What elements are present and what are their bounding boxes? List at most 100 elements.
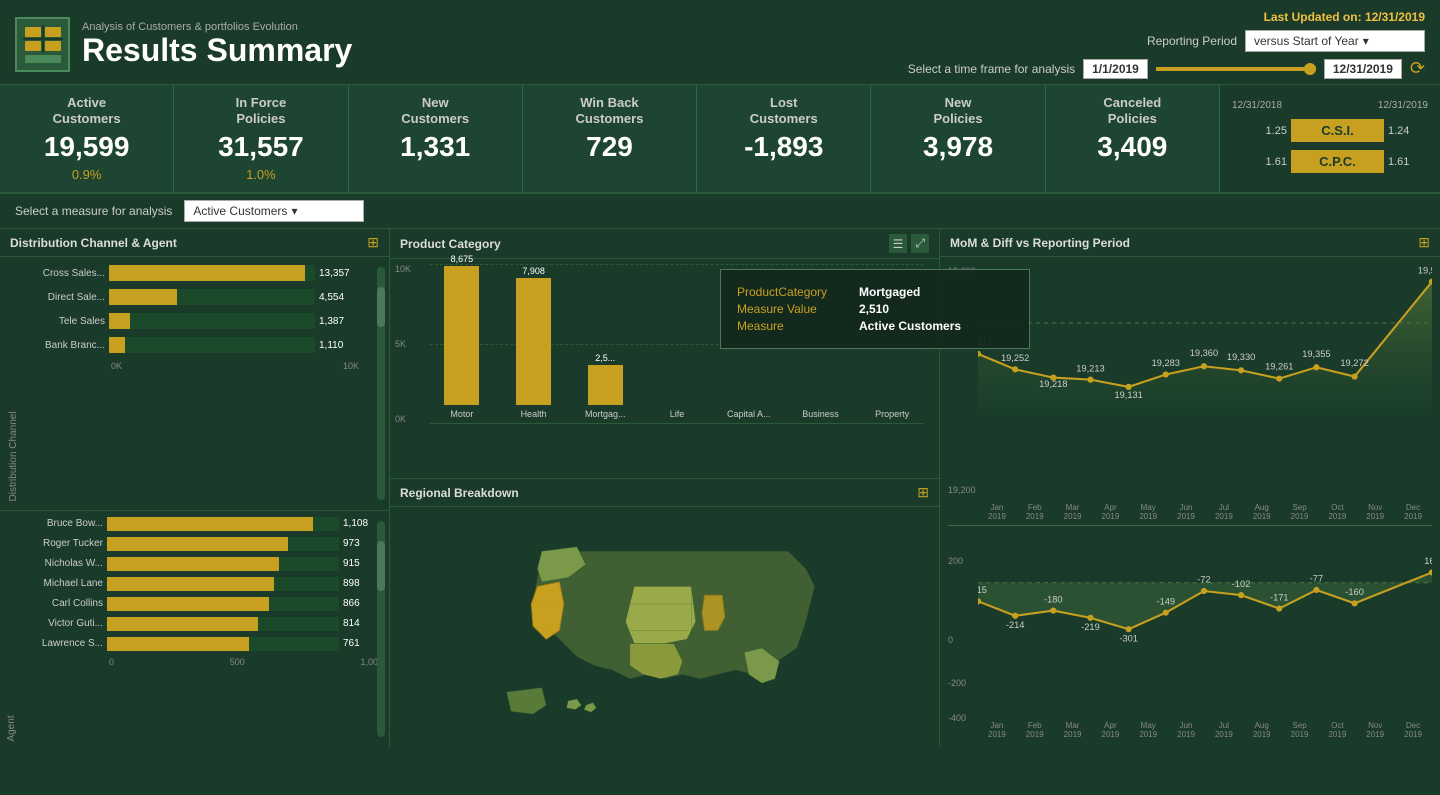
dist-scrollbar[interactable] (377, 267, 385, 500)
dist-bars: Cross Sales... 13,357 Direct Sale... 4,5… (23, 265, 359, 502)
regional-section: Regional Breakdown ⊞ (390, 479, 939, 747)
product-category-title: Product Category (400, 237, 501, 251)
app-logo (15, 17, 70, 72)
kpi-canceled-policies: CanceledPolicies 3,409 (1046, 85, 1220, 192)
svg-text:-77: -77 (1310, 574, 1323, 584)
header-left: Analysis of Customers & portfolios Evolu… (15, 17, 352, 72)
mom-header: MoM & Diff vs Reporting Period ⊞ (940, 229, 1440, 257)
regional-title: Regional Breakdown (400, 486, 519, 500)
measure-selector[interactable]: Active Customers ▾ (184, 200, 364, 222)
header-right: Last Updated on: 12/31/2019 Reporting Pe… (908, 10, 1425, 79)
date-end[interactable]: 12/31/2019 (1324, 59, 1402, 79)
date-start[interactable]: 1/1/2019 (1083, 59, 1148, 79)
svg-text:-171: -171 (1270, 592, 1289, 602)
svg-text:19,272: 19,272 (1340, 358, 1368, 368)
us-map-svg (475, 516, 855, 736)
kpi-lost-customers: LostCustomers -1,893 (697, 85, 871, 192)
bar-fill-0 (109, 265, 305, 281)
agent-row-5: Victor Guti... 814 (21, 617, 383, 631)
dist-y-label: Distribution Channel (8, 265, 19, 502)
svg-text:-214: -214 (1006, 620, 1025, 630)
mom-icon: ⊞ (1418, 234, 1430, 251)
clock-icon: ⟳ (1410, 58, 1425, 79)
dist-channel-title: Distribution Channel & Agent (10, 236, 177, 250)
bar-bg-0 (109, 265, 315, 281)
svg-text:19,355: 19,355 (1302, 349, 1330, 359)
svg-text:19,330: 19,330 (1227, 352, 1255, 362)
header: Analysis of Customers & portfolios Evolu… (0, 0, 1440, 85)
reporting-period-select[interactable]: versus Start of Year ▾ (1245, 30, 1425, 52)
kpi-active-customers: ActiveCustomers 19,599 0.9% (0, 85, 174, 192)
agent-row-1: Roger Tucker 973 (21, 537, 383, 551)
agent-row-0: Bruce Bow... 1,108 (21, 517, 383, 531)
product-bar-health[interactable]: 7,908 Health (502, 266, 566, 419)
mom-title: MoM & Diff vs Reporting Period (950, 236, 1130, 250)
svg-text:19,283: 19,283 (1152, 358, 1180, 368)
bar-name-0: Cross Sales... (23, 268, 105, 279)
agent-y-label: Agent (6, 517, 17, 742)
bottom-area: Distribution Channel & Agent ⊞ Distribut… (0, 229, 1440, 747)
agent-scrollbar-thumb (377, 541, 385, 591)
dist-bar-row-0: Cross Sales... 13,357 (23, 265, 359, 281)
dist-scrollbar-thumb (377, 287, 385, 327)
csi-cpc-panel: 12/31/2018 12/31/2019 1.25 C.S.I. 1.24 1… (1220, 85, 1440, 192)
measure-selector-row: Select a measure for analysis Active Cus… (0, 194, 1440, 229)
dist-bar-row-3: Bank Branc... 1,110 (23, 337, 359, 353)
svg-text:-219: -219 (1081, 622, 1100, 632)
kpi-row: ActiveCustomers 19,599 0.9% In ForcePoli… (0, 85, 1440, 194)
svg-text:-102: -102 (1232, 579, 1251, 589)
product-bar-life[interactable]: Life (645, 403, 709, 419)
svg-text:-180: -180 (1044, 594, 1063, 604)
dist-channel-chart: Distribution Channel Cross Sales... 13,3… (0, 257, 389, 510)
dist-bar-row-1: Direct Sale... 4,554 (23, 289, 359, 305)
product-bar-motor[interactable]: 8,675 Motor (430, 254, 494, 419)
filter-icon[interactable]: ⊞ (367, 234, 379, 251)
svg-text:-72: -72 (1197, 575, 1210, 585)
svg-text:19,218: 19,218 (1039, 379, 1067, 389)
agent-bars: Bruce Bow... 1,108 Roger Tucker 973 (21, 517, 383, 742)
svg-text:-149: -149 (1157, 597, 1176, 607)
regional-icon: ⊞ (917, 484, 929, 501)
mid-column: Product Category ☰ ⤢ 10K 5K 0K (390, 229, 940, 747)
cpc-row: 1.61 C.P.C. 1.61 (1232, 150, 1428, 173)
product-tooltip: ProductCategory Mortgaged Measure Value … (720, 269, 1030, 349)
agent-row-2: Nicholas W... 915 (21, 557, 383, 571)
agent-scrollbar[interactable] (377, 521, 385, 738)
dist-channel-icons: ⊞ (367, 234, 379, 251)
regional-header: Regional Breakdown ⊞ (390, 479, 939, 507)
date-slider[interactable] (1156, 67, 1316, 71)
svg-text:-301: -301 (1119, 634, 1138, 644)
product-bar-mortgaged[interactable]: 2,5... Mortgag... (573, 353, 637, 419)
svg-text:-160: -160 (1345, 587, 1364, 597)
regional-map (390, 507, 939, 745)
svg-text:19,261: 19,261 (1265, 361, 1293, 371)
svg-text:167: 167 (1424, 556, 1432, 566)
dist-channel-header: Distribution Channel & Agent ⊞ (0, 229, 389, 257)
mom-upper-svg: 19,317 19,252 19,218 19,213 19,131 19,28… (978, 261, 1432, 416)
agent-row-3: Michael Lane 898 (21, 577, 383, 591)
agent-row-4: Carl Collins 866 (21, 597, 383, 611)
left-column: Distribution Channel & Agent ⊞ Distribut… (0, 229, 390, 747)
svg-text:-115: -115 (978, 585, 987, 595)
dist-bar-row-2: Tele Sales 1,387 (23, 313, 359, 329)
agent-section: Agent Bruce Bow... 1,108 Roger Tucker (0, 510, 389, 748)
reporting-period-label: Reporting Period (1147, 34, 1237, 48)
kpi-new-policies: NewPolicies 3,978 (871, 85, 1045, 192)
time-frame-row: Select a time frame for analysis 1/1/201… (908, 58, 1425, 79)
product-category-section: Product Category ☰ ⤢ 10K 5K 0K (390, 229, 939, 479)
agent-chart: Agent Bruce Bow... 1,108 Roger Tucker (0, 511, 389, 748)
svg-text:19,252: 19,252 (1001, 353, 1029, 363)
kpi-in-force-policies: In ForcePolicies 31,557 1.0% (174, 85, 348, 192)
svg-text:19,131: 19,131 (1114, 390, 1142, 400)
svg-text:19,599: 19,599 (1418, 265, 1432, 275)
svg-text:19,213: 19,213 (1076, 363, 1104, 373)
mom-lower-svg: -115 -214 -180 -219 -301 -149 -72 -102 -… (978, 526, 1432, 650)
time-frame-label: Select a time frame for analysis (908, 62, 1075, 76)
last-updated: Last Updated on: 12/31/2019 (1264, 10, 1425, 24)
kpi-new-customers: NewCustomers 1,331 (349, 85, 523, 192)
mom-lower-chart: 200 0 -200 -400 (948, 526, 1432, 743)
kpi-win-back-customers: Win BackCustomers 729 (523, 85, 697, 192)
measure-selector-label: Select a measure for analysis (15, 204, 172, 218)
svg-text:19,360: 19,360 (1190, 348, 1218, 358)
reporting-period-row: Reporting Period versus Start of Year ▾ (1147, 30, 1425, 52)
